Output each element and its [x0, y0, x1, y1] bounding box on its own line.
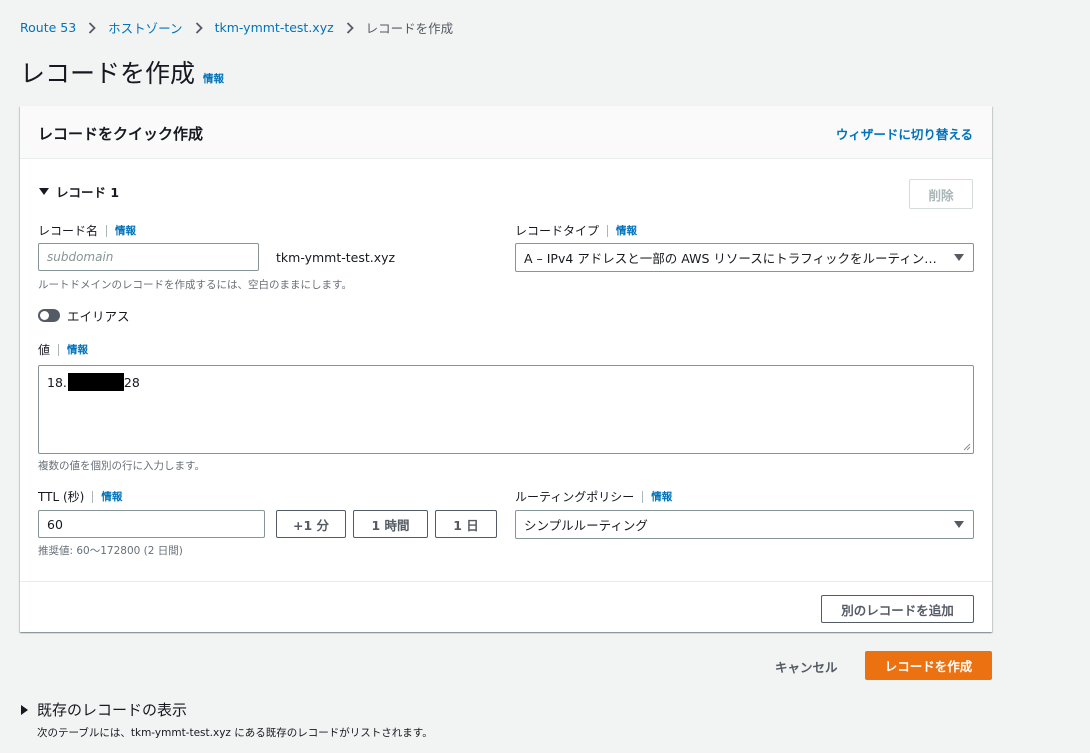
ttl-plus-1-minute-button[interactable]: +1 分 — [276, 510, 346, 538]
ttl-value: 60 — [47, 516, 63, 532]
routing-policy-value: シンプルルーティング — [524, 518, 648, 533]
ttl-1-hour-button[interactable]: 1 時間 — [353, 510, 428, 538]
record-type-label-row: レコードタイプ 情報 — [515, 222, 637, 239]
page-title-row: レコードを作成 情報 — [20, 54, 224, 90]
create-records-button[interactable]: レコードを作成 — [865, 651, 992, 680]
existing-records-title: 既存のレコードの表示 — [37, 701, 188, 719]
routing-policy-label-row: ルーティングポリシー 情報 — [515, 488, 672, 505]
domain-suffix: tkm-ymmt-test.xyz — [276, 250, 396, 265]
record-section-toggle[interactable]: レコード 1 — [39, 182, 119, 201]
panel-header: レコードをクイック作成 ウィザードに切り替える — [20, 106, 992, 159]
label-divider — [642, 490, 644, 503]
resize-handle-icon[interactable] — [962, 442, 971, 451]
routing-policy-info-link[interactable]: 情報 — [651, 489, 672, 504]
alias-toggle-row: エイリアス — [38, 306, 130, 325]
page-title: レコードを作成 — [20, 59, 196, 88]
quick-create-panel: レコードをクイック作成 ウィザードに切り替える レコード 1 削除 レコード名 … — [20, 106, 992, 632]
toggle-knob — [40, 311, 49, 320]
panel-divider — [20, 581, 992, 582]
record-name-input[interactable]: subdomain — [38, 243, 259, 271]
value-suffix: 28 — [123, 374, 140, 390]
breadcrumb-zone[interactable]: tkm-ymmt-test.xyz — [215, 20, 334, 35]
label-divider — [106, 224, 108, 237]
chevron-right-icon — [195, 21, 203, 34]
ttl-hint: 推奨値: 60～172800 (2 日間) — [38, 545, 183, 557]
value-hint: 複数の値を個別の行に入力します。 — [38, 460, 205, 472]
add-another-record-button[interactable]: 別のレコードを追加 — [821, 595, 974, 623]
ttl-label-row: TTL (秒) 情報 — [38, 488, 122, 505]
ttl-1-day-button[interactable]: 1 日 — [435, 510, 497, 538]
ttl-info-link[interactable]: 情報 — [101, 489, 122, 504]
chevron-right-icon — [346, 21, 354, 34]
chevron-right-icon — [89, 21, 96, 34]
value-prefix: 18. — [47, 374, 67, 390]
routing-policy-label: ルーティングポリシー — [515, 490, 635, 504]
record-type-select[interactable]: A – IPv4 アドレスと一部の AWS リソースにトラフィックをルーティング… — [515, 243, 974, 272]
record-name-hint: ルートドメインのレコードを作成するには、空白のままにします。 — [38, 279, 352, 291]
caret-down-icon — [39, 187, 49, 195]
switch-to-wizard-link[interactable]: ウィザードに切り替える — [836, 124, 973, 143]
dropdown-caret-icon — [954, 253, 964, 261]
caret-right-icon — [21, 704, 28, 715]
record-name-label-row: レコード名 情報 — [38, 222, 136, 239]
routing-policy-select[interactable]: シンプルルーティング — [515, 510, 974, 539]
alias-toggle[interactable] — [38, 309, 60, 322]
record-type-value: A – IPv4 アドレスと一部の AWS リソースにトラフィックをルーティング… — [524, 251, 947, 266]
value-label-row: 値 情報 — [38, 341, 88, 358]
record-name-label: レコード名 — [38, 224, 99, 238]
existing-records-description: 次のテーブルには、tkm-ymmt-test.xyz にある既存のレコードがリス… — [37, 727, 433, 739]
record-type-info-link[interactable]: 情報 — [616, 223, 637, 238]
delete-record-button[interactable]: 削除 — [909, 179, 973, 209]
breadcrumb-hosted-zones[interactable]: ホストゾーン — [108, 18, 182, 37]
breadcrumb-route53[interactable]: Route 53 — [20, 20, 76, 35]
breadcrumb: Route 53 ホストゾーン tkm-ymmt-test.xyz レコードを作… — [20, 18, 453, 37]
record-name-placeholder: subdomain — [47, 250, 114, 264]
record-name-info-link[interactable]: 情報 — [115, 223, 136, 238]
value-textarea[interactable]: 18. 28 — [38, 365, 974, 454]
label-divider — [58, 343, 60, 356]
breadcrumb-current: レコードを作成 — [365, 21, 454, 36]
value-text: 18. 28 — [47, 373, 140, 391]
value-label: 値 — [38, 343, 51, 357]
ttl-label: TTL (秒) — [38, 490, 85, 504]
redacted-block — [67, 373, 124, 391]
record-heading: レコード 1 — [56, 185, 120, 200]
panel-title: レコードをクイック作成 — [38, 125, 204, 143]
dropdown-caret-icon — [954, 520, 964, 528]
existing-records-toggle[interactable]: 既存のレコードの表示 — [21, 699, 187, 720]
cancel-button[interactable]: キャンセル — [775, 657, 838, 676]
label-divider — [607, 224, 609, 237]
page-info-link[interactable]: 情報 — [203, 71, 224, 86]
record-type-label: レコードタイプ — [515, 224, 600, 238]
label-divider — [92, 490, 94, 503]
ttl-input[interactable]: 60 — [38, 510, 265, 538]
value-info-link[interactable]: 情報 — [67, 342, 88, 357]
alias-label: エイリアス — [67, 309, 130, 324]
